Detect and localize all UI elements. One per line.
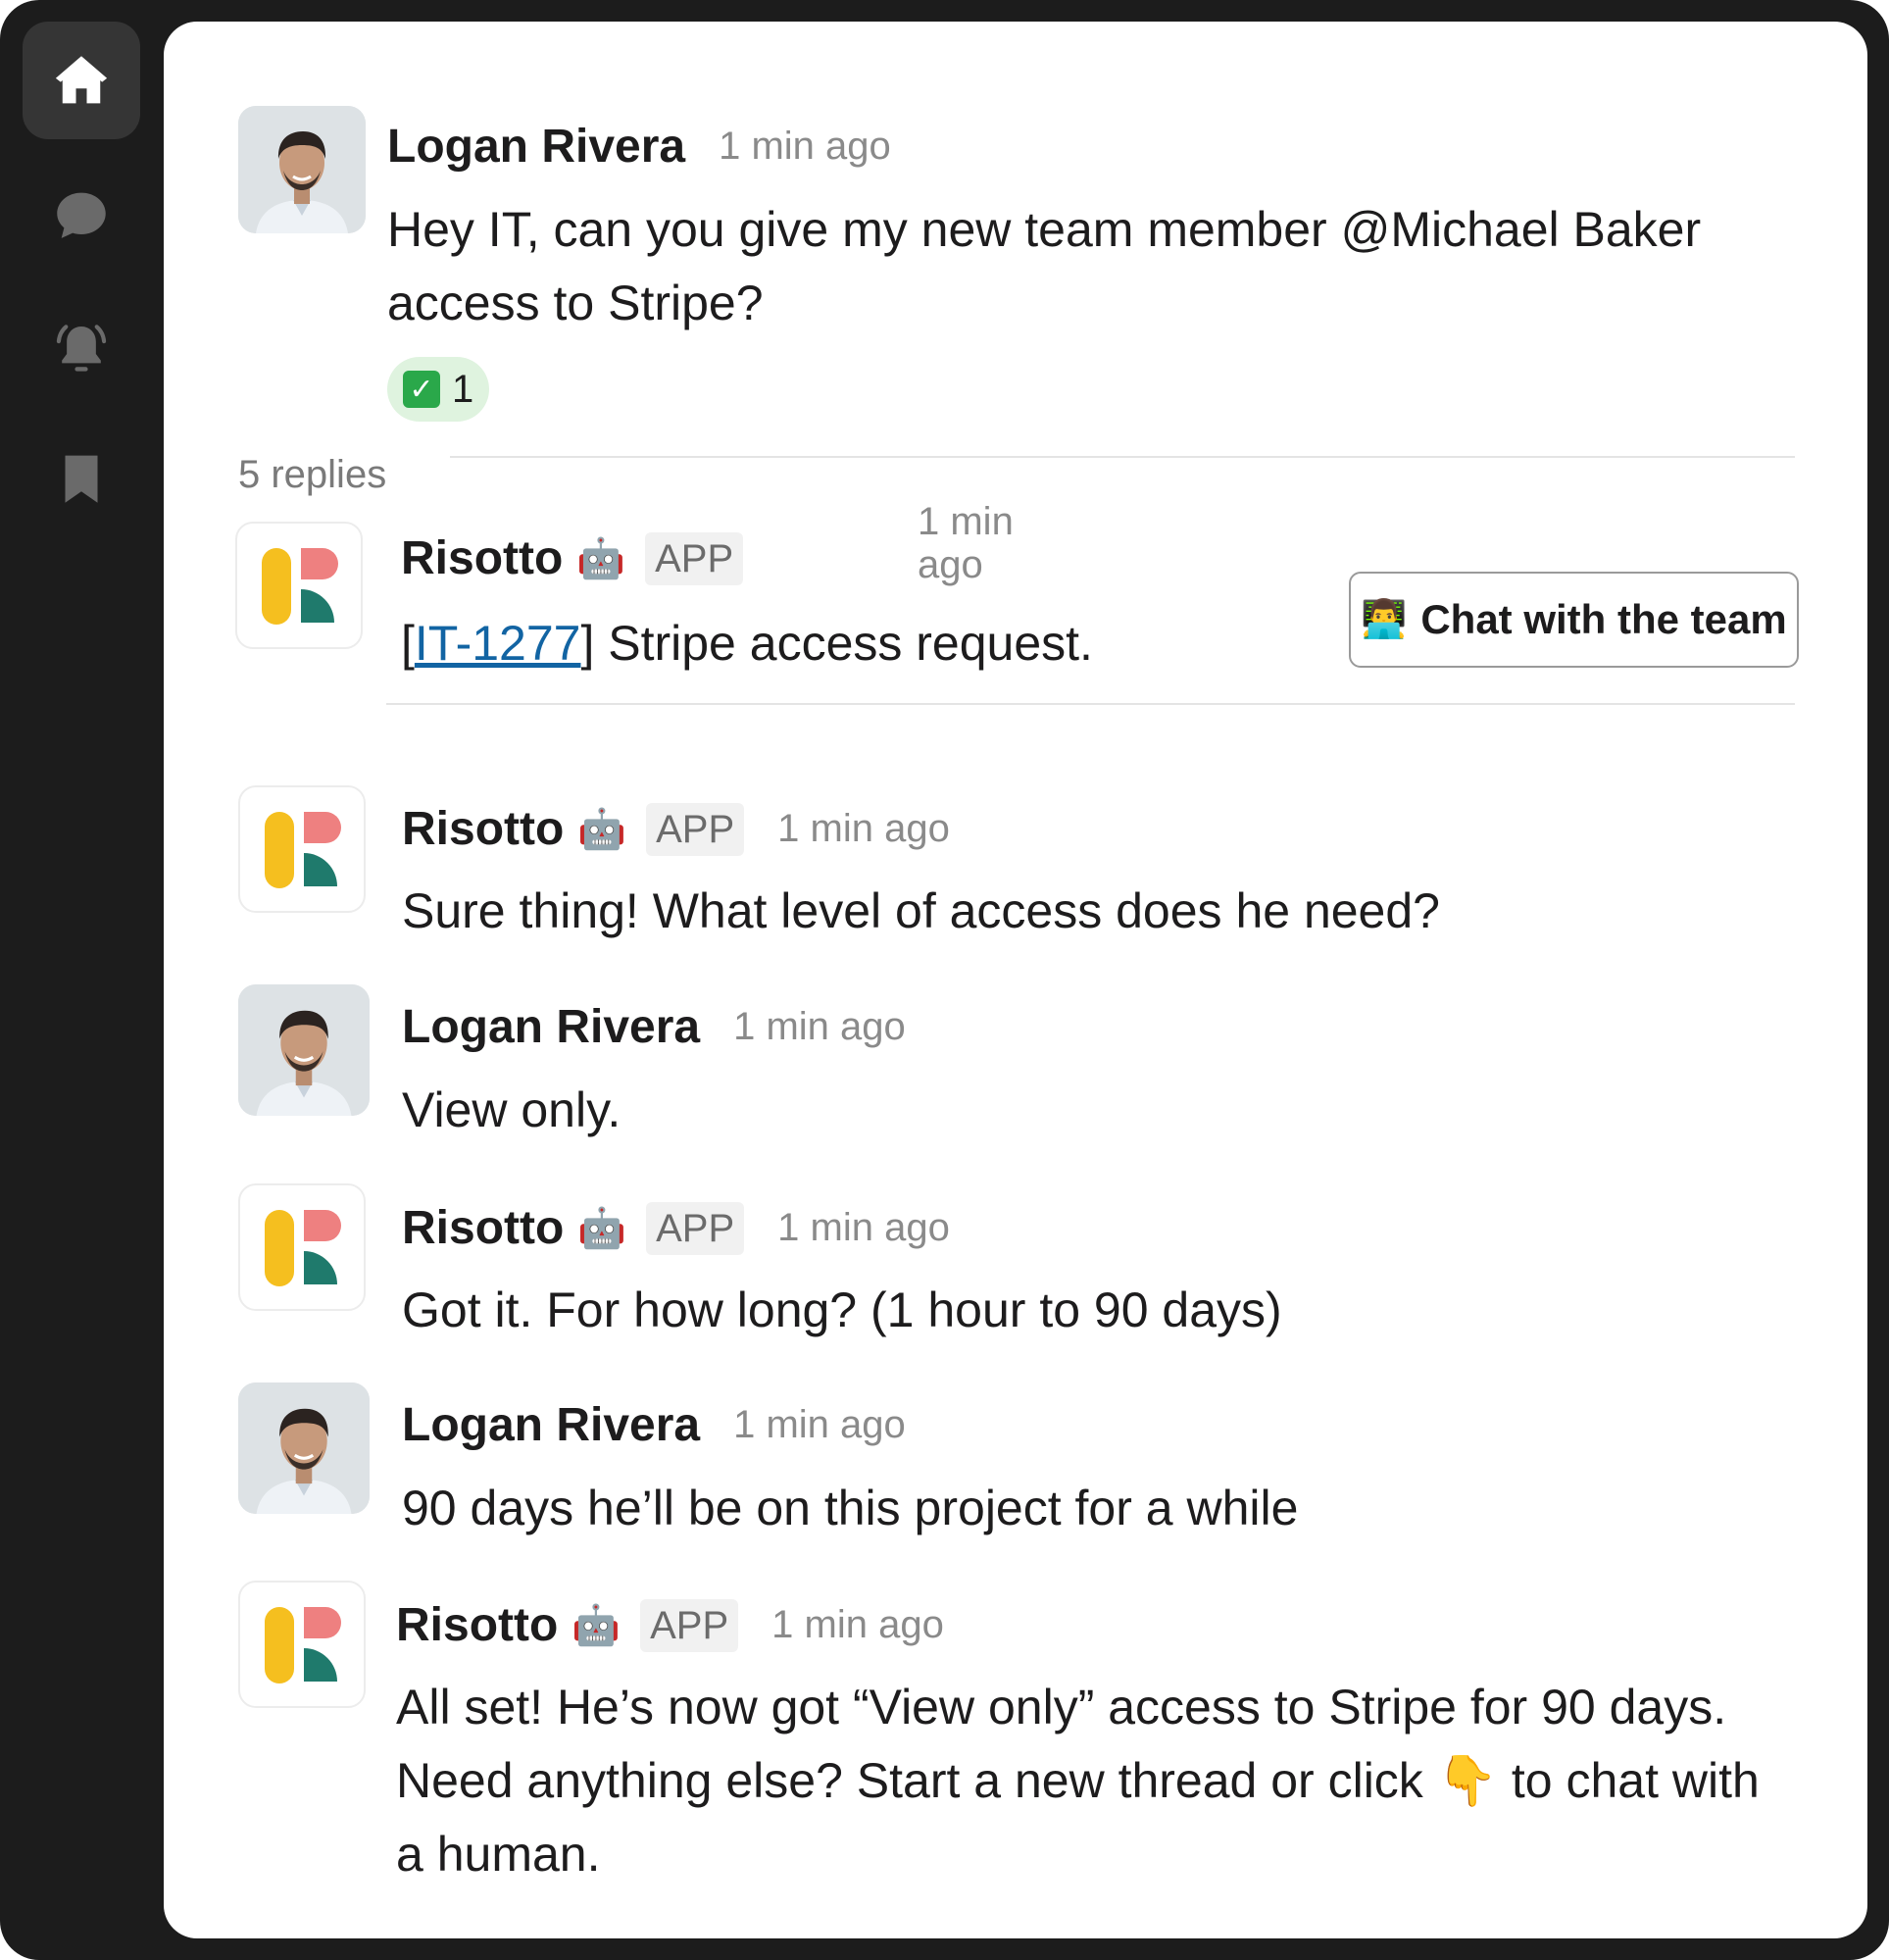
bracket-open: [	[401, 616, 415, 671]
user-photo	[238, 106, 366, 233]
app-badge: APP	[640, 1598, 739, 1652]
replies-divider	[450, 456, 1795, 458]
risotto-logo-icon	[265, 812, 341, 888]
reaction-pill[interactable]: ✓ 1	[387, 357, 490, 422]
sidebar-item-messages[interactable]	[23, 157, 140, 275]
sidebar-item-activity[interactable]	[23, 289, 140, 407]
user-photo	[238, 984, 370, 1116]
app-badge: APP	[646, 1201, 745, 1255]
avatar[interactable]	[238, 106, 366, 233]
sidebar-item-saved[interactable]	[23, 420, 140, 537]
risotto-logo-icon	[265, 1607, 341, 1684]
robot-icon: 🤖	[577, 1207, 627, 1250]
message-header: Risotto 🤖 APP 1 min ago	[402, 1201, 950, 1255]
author-name[interactable]: Risotto	[396, 1598, 558, 1652]
risotto-app-avatar[interactable]	[238, 1183, 366, 1311]
avatar[interactable]	[238, 984, 370, 1116]
message-text: View only.	[402, 1082, 621, 1137]
author-name[interactable]: Risotto	[402, 802, 564, 856]
message-header: Risotto 🤖 APP 1 min ago	[396, 1598, 944, 1652]
sidebar-item-home[interactable]	[23, 22, 140, 139]
risotto-app-avatar[interactable]	[238, 1581, 366, 1708]
message-header: Risotto 🤖 APP	[401, 531, 744, 585]
replies-count[interactable]: 5 replies	[238, 453, 386, 497]
robot-icon: 🤖	[576, 537, 626, 580]
message-header: Risotto 🤖 APP 1 min ago	[402, 802, 950, 856]
author-name[interactable]: Risotto	[402, 1201, 564, 1255]
home-icon	[55, 56, 108, 104]
message-header: Logan Rivera 1 min ago	[402, 1398, 906, 1452]
technologist-icon: 👨‍💻	[1361, 599, 1408, 640]
timestamp[interactable]: 1 min ago	[719, 125, 891, 169]
message-text: Sure thing! What level of access does he…	[402, 883, 1440, 938]
author-name[interactable]: Logan Rivera	[402, 1000, 700, 1054]
timestamp[interactable]: 1 min ago	[777, 807, 950, 851]
message-line: All set! He’s now got “View only” access…	[396, 1680, 1727, 1734]
timestamp[interactable]: 1 min ago	[918, 500, 1025, 586]
message-line: Hey IT, can you give my new team member …	[387, 202, 1702, 257]
risotto-app-avatar[interactable]	[235, 522, 363, 649]
app-badge: APP	[645, 531, 744, 585]
thread-panel: Logan Rivera 1 min ago Hey IT, can you g…	[164, 22, 1867, 1938]
timestamp[interactable]: 1 min ago	[777, 1206, 950, 1250]
message-fragment: Need anything else? Start a new thread o…	[396, 1753, 1437, 1808]
message-line: a human.	[396, 1827, 601, 1882]
pointing-down-icon: 👇	[1436, 1753, 1498, 1808]
robot-icon: 🤖	[577, 808, 627, 851]
timestamp[interactable]: 1 min ago	[771, 1603, 944, 1647]
chat-bubble-icon	[57, 192, 106, 238]
message-text: All set! He’s now got “View only” access…	[396, 1671, 1837, 1891]
reaction-count: 1	[452, 367, 474, 411]
app-window: Logan Rivera 1 min ago Hey IT, can you g…	[0, 0, 1889, 1960]
robot-icon: 🤖	[572, 1604, 621, 1647]
check-mark-icon: ✓	[403, 371, 440, 408]
risotto-logo-icon	[262, 548, 338, 625]
ticket-link[interactable]: IT-1277	[415, 616, 581, 671]
app-badge: APP	[646, 802, 745, 856]
user-photo	[238, 1382, 370, 1514]
message-line: Need anything else? Start a new thread o…	[396, 1744, 1837, 1818]
author-name[interactable]: Risotto	[401, 531, 563, 585]
message-line: access to Stripe?	[387, 276, 764, 330]
author-name[interactable]: Logan Rivera	[387, 120, 685, 174]
message-text: 90 days he’ll be on this project for a w…	[402, 1481, 1299, 1535]
message-header: Logan Rivera 1 min ago	[402, 1000, 906, 1054]
risotto-app-avatar[interactable]	[238, 785, 366, 913]
message-fragment: to chat with	[1497, 1753, 1760, 1808]
avatar[interactable]	[238, 1382, 370, 1514]
message-text: Hey IT, can you give my new team member …	[387, 193, 1838, 340]
chat-with-team-button[interactable]: 👨‍💻 Chat with the team	[1349, 572, 1799, 668]
button-label: Chat with the team	[1420, 596, 1787, 642]
risotto-logo-icon	[265, 1210, 341, 1286]
ticket-title: ] Stripe access request.	[580, 616, 1093, 671]
sidebar-rail	[0, 0, 164, 1960]
bookmark-icon	[65, 455, 98, 503]
timestamp[interactable]: 1 min ago	[733, 1403, 906, 1447]
timestamp[interactable]: 1 min ago	[733, 1005, 906, 1049]
author-name[interactable]: Logan Rivera	[402, 1398, 700, 1452]
notification-bell-icon	[56, 325, 107, 372]
message-text: [IT-1277] Stripe access request.	[401, 607, 1093, 680]
message-text: Got it. For how long? (1 hour to 90 days…	[402, 1282, 1282, 1337]
ticket-divider	[386, 703, 1795, 705]
message-header: Logan Rivera 1 min ago	[387, 120, 891, 174]
